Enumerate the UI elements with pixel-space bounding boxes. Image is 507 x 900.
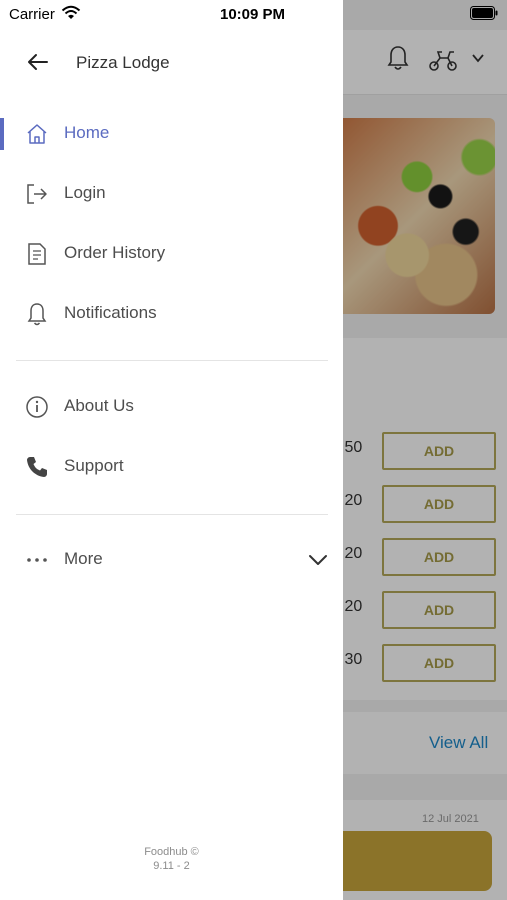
menu-item-label: Support [64, 456, 124, 475]
menu-item-label: Notifications [64, 303, 157, 322]
back-arrow-icon[interactable] [26, 50, 50, 74]
login-icon [27, 184, 47, 204]
footer-brand: Foodhub © [144, 846, 199, 858]
navigation-drawer: Pizza Lodge Home Login Order History Not… [0, 0, 343, 900]
menu-item-about-us[interactable]: About Us [0, 377, 343, 437]
home-icon [27, 124, 47, 144]
menu-item-notifications[interactable]: Notifications [0, 284, 343, 344]
divider [16, 360, 328, 361]
menu-item-label: About Us [64, 396, 134, 415]
menu-item-home[interactable]: Home [0, 104, 343, 164]
menu-item-label: More [64, 549, 103, 568]
status-bar: Carrier 10:09 PM [0, 0, 507, 30]
active-indicator [0, 118, 4, 150]
wifi-icon [61, 5, 81, 19]
menu-item-label: Order History [64, 243, 166, 262]
menu-item-login[interactable]: Login [0, 164, 343, 224]
restaurant-name: Pizza Lodge [76, 53, 170, 72]
receipt-icon [28, 243, 46, 265]
info-icon [26, 396, 48, 418]
battery-icon [470, 6, 498, 20]
menu-item-order-history[interactable]: Order History [0, 224, 343, 284]
phone-icon [27, 457, 47, 477]
chevron-down-icon[interactable] [306, 548, 330, 572]
menu-item-label: Home [64, 123, 110, 142]
footer-version: 9.11 - 2 [153, 860, 190, 872]
app-version-footer: Foodhub © 9.11 - 2 [0, 845, 343, 873]
drawer-header [0, 30, 343, 96]
more-dots-icon [27, 558, 47, 562]
carrier-label: Carrier [9, 6, 55, 23]
menu-item-more[interactable]: More [0, 530, 343, 590]
divider [16, 514, 328, 515]
menu-item-support[interactable]: Support [0, 437, 343, 497]
bell-icon [27, 303, 47, 326]
menu-item-label: Login [64, 183, 106, 202]
clock: 10:09 PM [220, 6, 286, 23]
